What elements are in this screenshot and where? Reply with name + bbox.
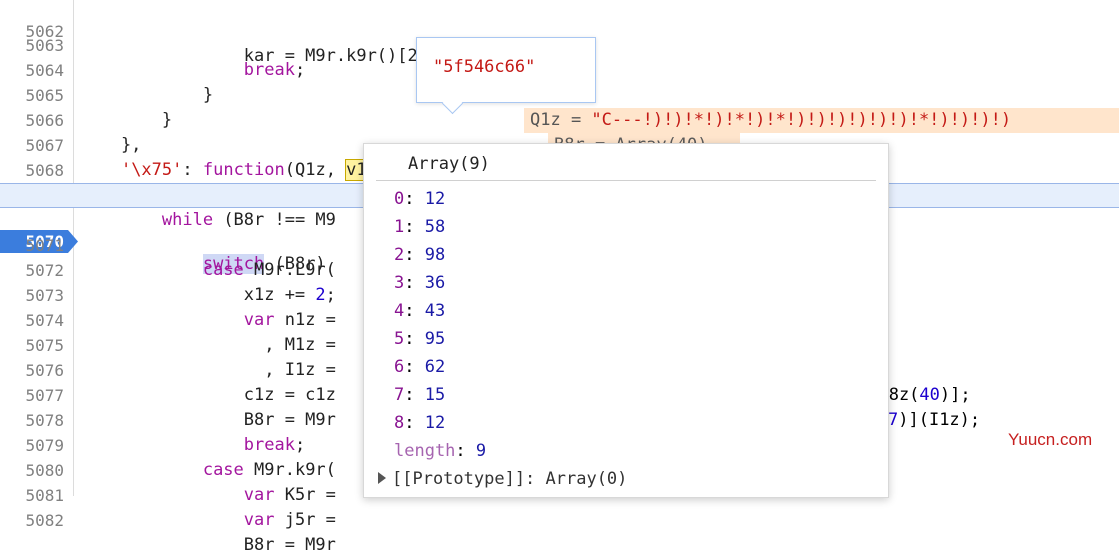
code-text: var j5r = [243,510,336,530]
entry-key: 7 [394,385,405,405]
length-value: 9 [475,441,487,461]
code-line[interactable]: 5067 '\x75': function(Q1z, v1z, T1z) { Q… [0,108,1119,181]
entry-value: 36 [424,273,446,293]
array-entry[interactable]: 6: 62 [394,353,445,381]
entry-value: 12 [424,413,446,433]
watermark-text: Yuucn.com [1008,430,1093,449]
inline-value-q1z: Q1z = "C---!)!)!*!)!*!)!*!)!)!)!)!)!)!*!… [524,108,1119,133]
entry-key: 2 [394,245,405,265]
entry-value: 12 [424,189,446,209]
prototype-entry[interactable]: [[Prototype]]: Array(0) [378,465,627,493]
entry-value: 98 [424,245,446,265]
breakpoint-marker[interactable] [0,184,78,253]
entry-key: 6 [394,357,405,377]
array-length-entry[interactable]: length: 9 [394,437,486,465]
array-value-popover[interactable]: Array(9) 0: 12 1: 58 2: 98 3: 36 4: 43 5… [363,143,889,498]
entry-key: 4 [394,301,405,321]
entry-value: 43 [424,301,446,321]
length-key: length [394,441,456,461]
entry-key: 1 [394,217,405,237]
entry-value: 95 [424,329,446,349]
line-number[interactable]: 5082 [0,508,64,533]
entry-key: 5 [394,329,405,349]
entry-key: 0 [394,189,405,209]
entry-value: 15 [424,385,446,405]
array-entry[interactable]: 4: 43 [394,297,445,325]
expand-triangle-icon[interactable] [378,472,386,484]
entry-value: 62 [424,357,446,377]
array-entry[interactable]: 3: 36 [394,269,445,297]
entry-key: 3 [394,273,405,293]
popover-title[interactable]: Array(9) [408,154,490,174]
array-entry[interactable]: 2: 98 [394,241,445,269]
array-entry[interactable]: 8: 12 [394,409,445,437]
entry-value: 58 [424,217,446,237]
tooltip-string-value[interactable]: "5f546c66" [433,57,535,77]
array-entry[interactable]: 1: 58 [394,213,445,241]
code-line[interactable]: 5063 break; [0,8,1119,80]
array-entry[interactable]: 0: 12 [394,185,445,213]
string-value-tooltip: "5f546c66" [416,37,596,115]
array-entry[interactable]: 5: 95 [394,325,445,353]
array-entry[interactable]: 7: 15 [394,381,445,409]
entry-key: 8 [394,413,405,433]
code-text: B8r = M9r [80,535,336,555]
popover-divider [376,180,876,181]
prototype-label: [[Prototype]]: Array(0) [392,469,628,489]
